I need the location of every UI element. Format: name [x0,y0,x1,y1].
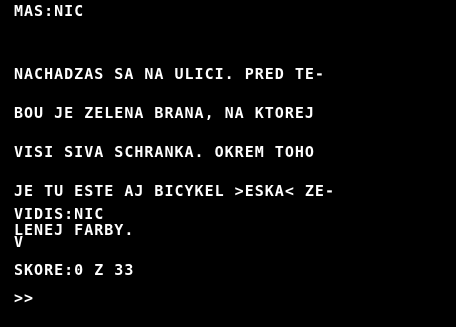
description-line: BOU JE ZELENA BRANA, NA KTOREJ [14,104,315,122]
description-line: VISI SIVA SCHRANKA. OKREM TOHO [14,143,315,161]
game-screen: MAS:NIC NACHADZAS SA NA ULICI. PRED TE- … [0,0,456,327]
description-line: NACHADZAS SA NA ULICI. PRED TE- [14,65,325,83]
room-description: NACHADZAS SA NA ULICI. PRED TE- BOU JE Z… [14,42,335,263]
inventory-line: MAS:NIC [14,2,85,20]
description-line: LENEJ FARBY. [14,221,135,239]
score-line: SKORE:0 Z 33 [14,261,135,279]
description-line: JE TU ESTE AJ BICYKEL >ESKA< ZE- [14,182,335,200]
exits-line: V [14,233,25,251]
visible-items-line: VIDIS:NIC [14,205,105,223]
command-prompt[interactable]: >> [14,291,34,306]
